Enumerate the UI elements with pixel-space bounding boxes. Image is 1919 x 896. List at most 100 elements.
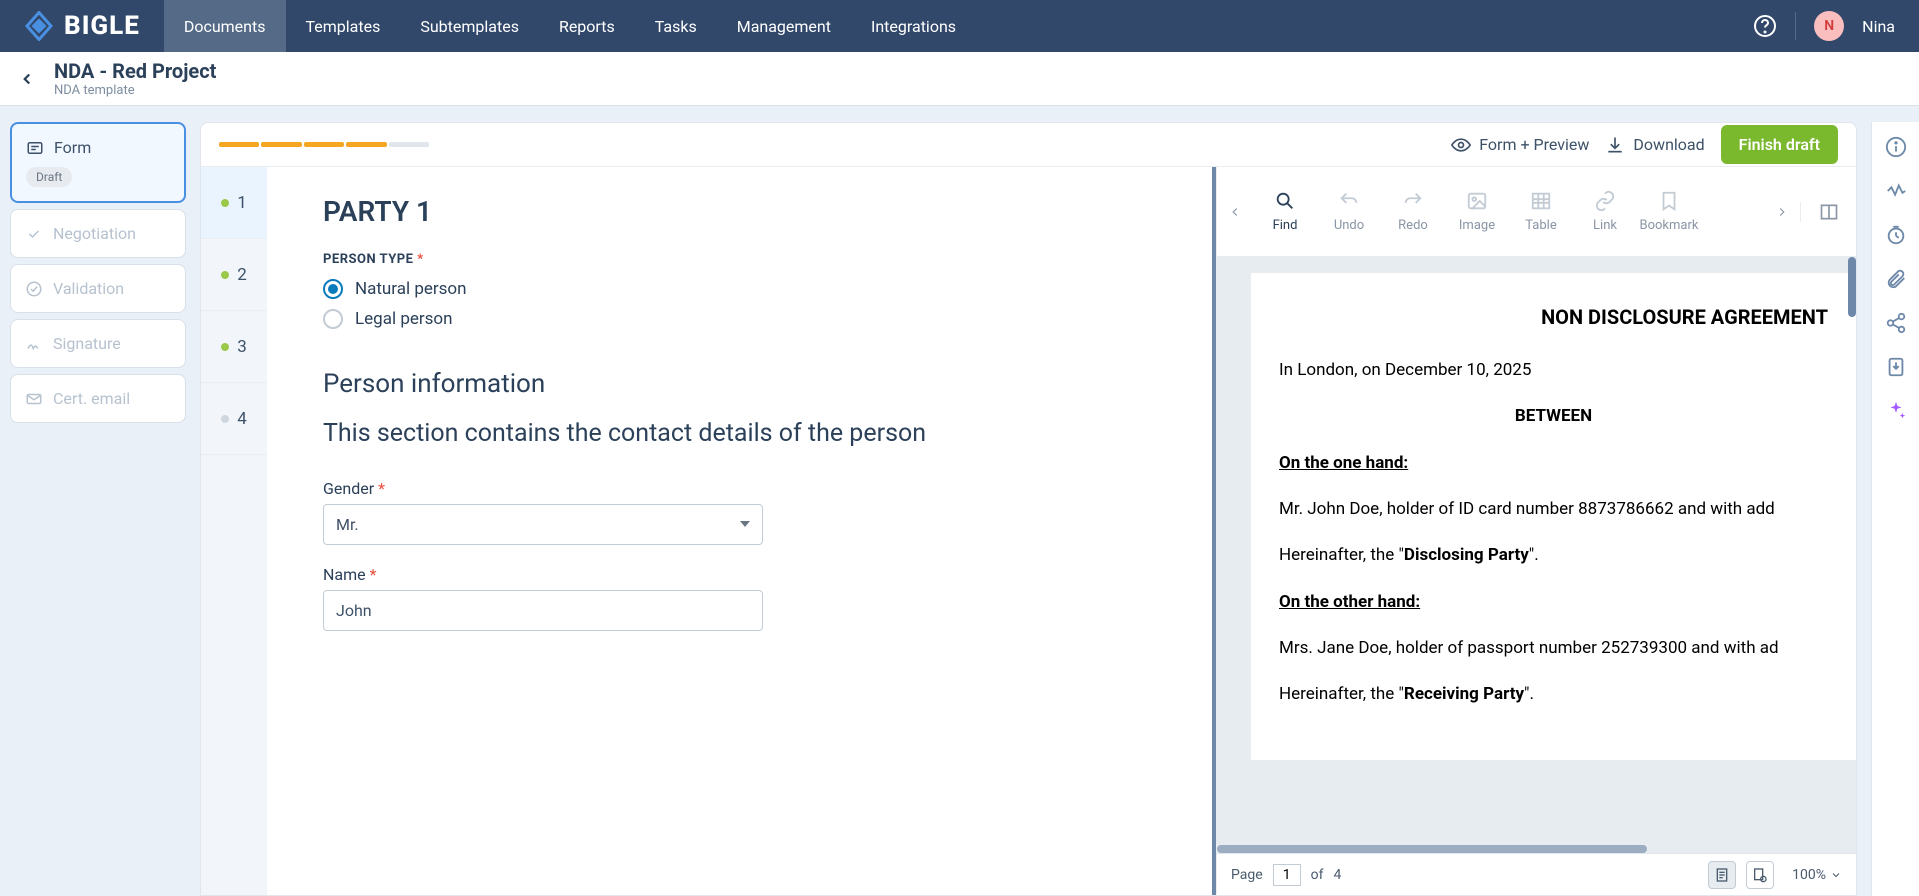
share-icon[interactable]	[1885, 312, 1907, 334]
doc-scrollbar-v[interactable]	[1848, 257, 1856, 317]
progress-seg	[304, 142, 344, 147]
toolbar-find[interactable]: Find	[1253, 190, 1317, 233]
back-icon[interactable]	[18, 70, 36, 88]
sparkle-icon[interactable]	[1885, 400, 1907, 422]
toolbar-next[interactable]	[1764, 205, 1800, 219]
doc-between: BETWEEN	[1279, 403, 1828, 429]
form-icon	[26, 139, 44, 157]
radio-legal-person[interactable]: Legal person	[323, 309, 1156, 329]
nav-documents[interactable]: Documents	[164, 0, 286, 52]
toolbar-table[interactable]: Table	[1509, 190, 1573, 233]
clock-icon[interactable]	[1885, 224, 1907, 246]
doc-scrollbar-h[interactable]	[1217, 845, 1647, 853]
step-3[interactable]: 3	[201, 311, 267, 383]
step-4[interactable]: 4	[201, 383, 267, 455]
sidebar-item-label: Cert. email	[53, 389, 130, 408]
sidebar-item-label: Form	[54, 138, 91, 157]
breadcrumb: NDA - Red Project NDA template	[0, 52, 1919, 106]
radio-label: Legal person	[355, 309, 453, 329]
zoom-control[interactable]: 100%	[1784, 867, 1842, 883]
username[interactable]: Nina	[1862, 17, 1895, 36]
form-preview-button[interactable]: Form + Preview	[1451, 135, 1589, 155]
sidebar-item-certemail[interactable]: Cert. email	[10, 374, 186, 423]
sidebar-item-label: Negotiation	[53, 224, 136, 243]
sidebar-item-signature[interactable]: Signature	[10, 319, 186, 368]
help-icon[interactable]	[1753, 14, 1777, 38]
gender-value: Mr.	[336, 515, 359, 534]
toolbar-link[interactable]: Link	[1573, 190, 1637, 233]
info-icon[interactable]	[1885, 136, 1907, 158]
toolbar-bookmark[interactable]: Bookmark	[1637, 190, 1701, 233]
download-rail-icon[interactable]	[1885, 356, 1907, 378]
handshake-icon	[25, 225, 43, 243]
sidebar-item-validation[interactable]: Validation	[10, 264, 186, 313]
radio-label: Natural person	[355, 279, 467, 299]
toolbar-image[interactable]: Image	[1445, 190, 1509, 233]
activity-icon[interactable]	[1885, 180, 1907, 202]
doc-heading: On the other hand:	[1279, 592, 1420, 612]
toolbar-redo[interactable]: Redo	[1381, 190, 1445, 233]
undo-icon	[1338, 190, 1360, 212]
page-subtitle: NDA template	[54, 83, 216, 98]
brand-logo[interactable]: BIGLE	[0, 11, 164, 41]
right-rail	[1871, 122, 1919, 896]
mail-icon	[25, 390, 43, 408]
check-circle-icon	[25, 280, 43, 298]
page-label: Page	[1231, 867, 1263, 883]
name-label: Name *	[323, 565, 1156, 584]
nav-integrations[interactable]: Integrations	[851, 0, 976, 52]
step-1[interactable]: 1	[201, 167, 267, 239]
columns-icon	[1819, 202, 1839, 222]
view-mode-button[interactable]	[1708, 861, 1736, 889]
eye-icon	[1451, 135, 1471, 155]
document-view[interactable]: NON DISCLOSURE AGREEMENT In London, on D…	[1217, 257, 1856, 895]
main: Form Draft Negotiation Validation Signat…	[0, 106, 1919, 896]
doc-paragraph: Mr. John Doe, holder of ID card number 8…	[1279, 496, 1828, 522]
nav-tasks[interactable]: Tasks	[635, 0, 717, 52]
page-input[interactable]	[1273, 864, 1301, 886]
name-input[interactable]	[323, 590, 763, 631]
section-subheading: This section contains the contact detail…	[323, 417, 1156, 451]
center-body: 1 2 3 4 PARTY 1 PERSON TYPE * Natural pe…	[201, 167, 1856, 895]
download-button[interactable]: Download	[1605, 135, 1704, 155]
sidebar-item-negotiation[interactable]: Negotiation	[10, 209, 186, 258]
toolbar-layout[interactable]	[1800, 202, 1856, 222]
doc-paragraph: Hereinafter, the "Disclosing Party".	[1279, 542, 1828, 568]
person-type-radio-group: Natural person Legal person	[323, 279, 1156, 329]
progress-bar	[219, 142, 429, 147]
signature-icon	[25, 335, 43, 353]
form-preview-label: Form + Preview	[1479, 135, 1589, 154]
attachment-icon[interactable]	[1885, 268, 1907, 290]
gender-select[interactable]: Mr.	[323, 504, 763, 545]
step-2[interactable]: 2	[201, 239, 267, 311]
sidebar-item-form[interactable]: Form Draft	[10, 122, 186, 203]
page-icon	[1714, 867, 1730, 883]
nav-subtemplates[interactable]: Subtemplates	[400, 0, 539, 52]
radio-natural-person[interactable]: Natural person	[323, 279, 1156, 299]
nav-management[interactable]: Management	[717, 0, 851, 52]
center-panel: Form + Preview Download Finish draft 1 2…	[200, 122, 1857, 896]
download-icon	[1605, 135, 1625, 155]
progress-seg	[389, 142, 429, 147]
doc-paragraph: Hereinafter, the "Receiving Party".	[1279, 681, 1828, 707]
zoom-value: 100%	[1792, 867, 1826, 883]
caret-down-icon	[740, 521, 750, 527]
dot-icon	[221, 199, 229, 207]
view-mode-button[interactable]	[1746, 861, 1774, 889]
doc-title: NON DISCLOSURE AGREEMENT	[1279, 305, 1828, 329]
toolbar-undo[interactable]: Undo	[1317, 190, 1381, 233]
nav-reports[interactable]: Reports	[539, 0, 635, 52]
sidebar-item-label: Signature	[53, 334, 121, 353]
page-total: 4	[1334, 867, 1342, 883]
finish-draft-button[interactable]: Finish draft	[1721, 125, 1838, 164]
dot-icon	[221, 343, 229, 351]
radio-unchecked-icon	[323, 309, 343, 329]
brand-text: BIGLE	[64, 11, 140, 41]
image-icon	[1466, 190, 1488, 212]
progress-seg	[346, 142, 386, 147]
avatar[interactable]: N	[1814, 11, 1844, 41]
editor-toolbar: Find Undo Redo Image	[1217, 167, 1856, 257]
toolbar-prev[interactable]	[1217, 205, 1253, 219]
progress-seg	[261, 142, 301, 147]
nav-templates[interactable]: Templates	[286, 0, 401, 52]
